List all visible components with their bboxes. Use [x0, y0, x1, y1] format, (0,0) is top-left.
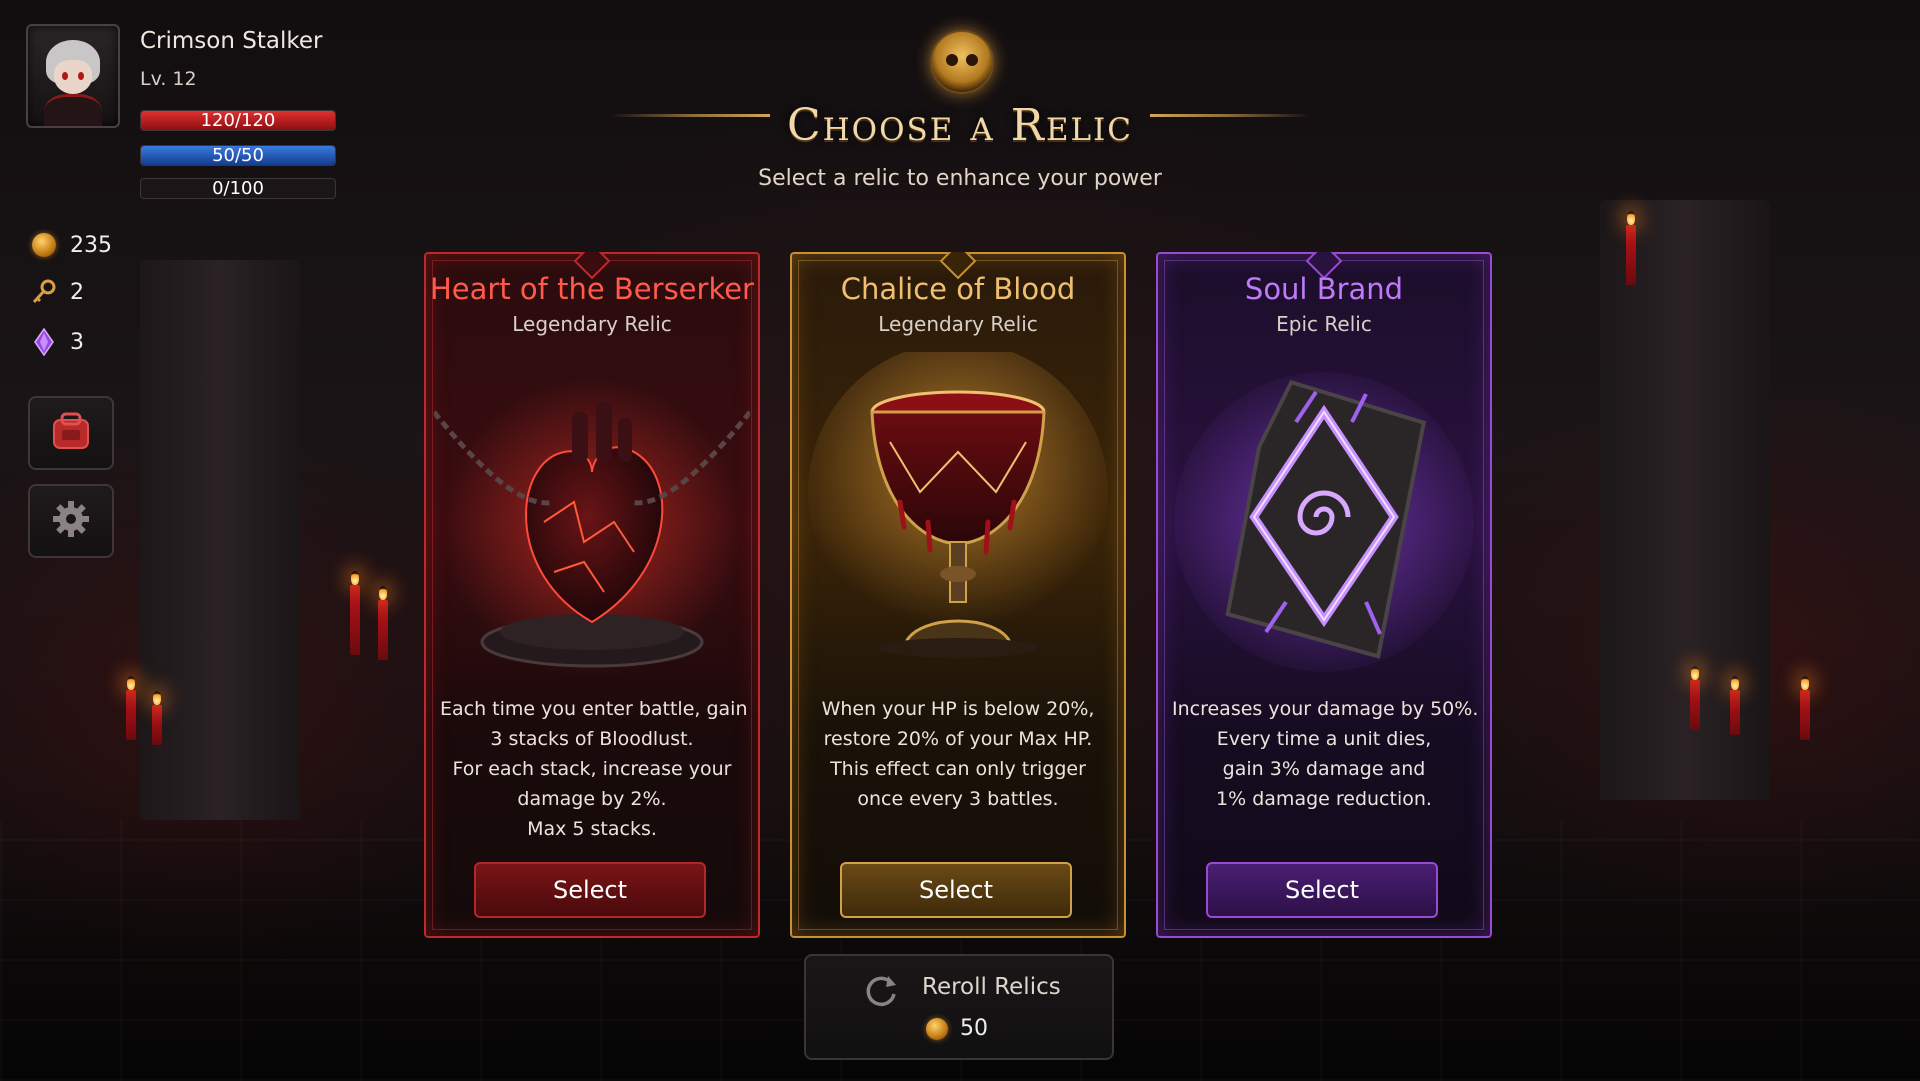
relic-card-chalice-of-blood[interactable]: Chalice of Blood Legendary Relic When yo…: [790, 252, 1126, 938]
refresh-icon: [862, 972, 900, 1014]
left-statue: [140, 260, 300, 820]
heart-icon: [432, 352, 752, 682]
select-button-soul-brand[interactable]: Select: [1206, 862, 1438, 918]
reroll-label: Reroll Relics: [922, 974, 1061, 1000]
page-subtitle: Select a relic to enhance your power: [758, 166, 1162, 191]
page-title: Choose a Relic: [786, 100, 1134, 151]
relic-description: When your HP is below 20%, restore 20% o…: [821, 698, 1095, 810]
gold-counter: 235: [30, 230, 112, 260]
gold-coin-icon: [30, 231, 58, 259]
candle: [1690, 666, 1700, 730]
relic-description: Increases your damage by 50%. Every time…: [1172, 698, 1479, 810]
candle: [378, 586, 388, 660]
chalice-icon: [800, 342, 1116, 682]
select-button-chalice-of-blood[interactable]: Select: [840, 862, 1072, 918]
key-icon: [30, 278, 58, 306]
relic-rarity: Epic Relic: [1276, 312, 1372, 336]
relic-name: Soul Brand: [1244, 272, 1404, 306]
purple-crystal-icon: [30, 328, 58, 356]
reroll-relics-button[interactable]: Reroll Relics 50: [804, 954, 1114, 1060]
gold-value: 235: [70, 232, 112, 258]
relic-rarity: Legendary Relic: [512, 312, 672, 336]
relic-description: Each time you enter battle, gain 3 stack…: [440, 698, 748, 840]
settings-button[interactable]: [28, 484, 114, 558]
candle: [152, 691, 162, 745]
relic-name: Chalice of Blood: [840, 272, 1076, 306]
key-value: 2: [70, 279, 84, 305]
backpack-icon: [48, 410, 94, 456]
rune-stone-icon: [1166, 352, 1482, 682]
key-counter: 2: [30, 277, 84, 307]
gold-coin-icon: [926, 1017, 948, 1040]
relic-card-soul-brand[interactable]: Soul Brand Epic Relic Increases your dam…: [1156, 252, 1492, 938]
relic-card-heart-of-the-berserker[interactable]: Heart of the Berserker Legendary Relic E…: [424, 252, 760, 938]
inventory-button[interactable]: [28, 396, 114, 470]
candle: [1730, 676, 1740, 735]
player-level: Lv. 12: [140, 68, 197, 90]
relic-rarity: Legendary Relic: [878, 312, 1038, 336]
right-altar: [1600, 200, 1770, 800]
reroll-cost: 50: [926, 1016, 988, 1041]
relic-name: Heart of the Berserker: [430, 272, 754, 306]
reroll-cost-value: 50: [960, 1016, 988, 1041]
gear-icon: [50, 498, 92, 544]
select-button-heart-of-the-berserker[interactable]: Select: [474, 862, 706, 918]
candle: [1626, 211, 1636, 285]
candle: [350, 571, 360, 655]
player-name: Crimson Stalker: [140, 28, 323, 54]
candle: [1800, 676, 1810, 740]
candle: [126, 676, 136, 740]
crystal-value: 3: [70, 329, 84, 355]
crystal-counter: 3: [30, 327, 84, 357]
